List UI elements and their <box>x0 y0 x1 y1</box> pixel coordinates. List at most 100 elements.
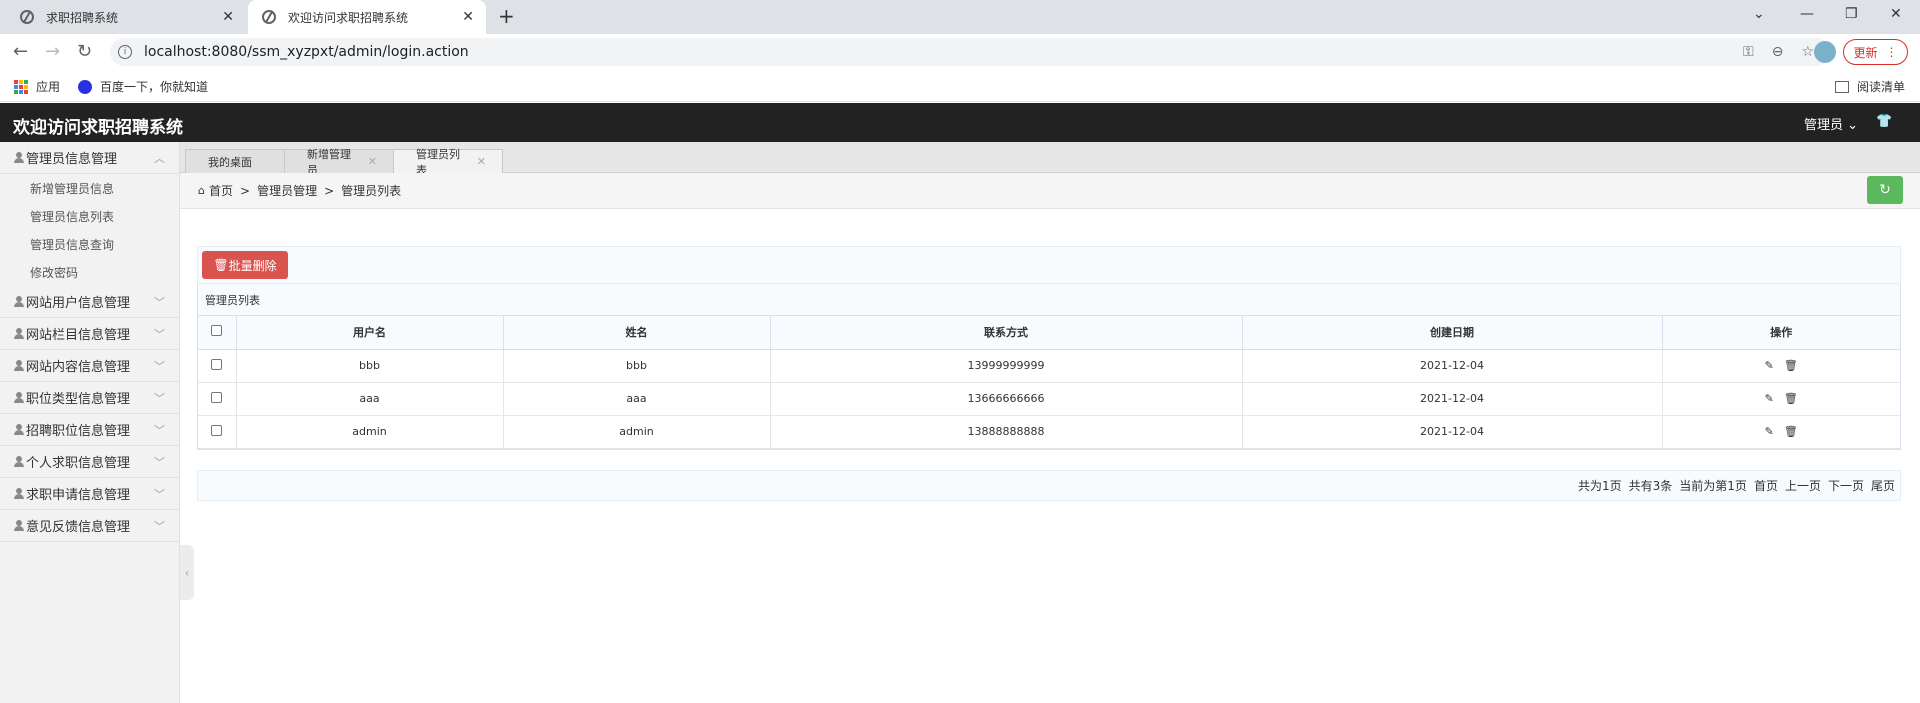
sidebar-group-users[interactable]: 网站用户信息管理 ﹀ <box>0 286 179 318</box>
close-icon[interactable]: ✕ <box>368 155 377 168</box>
star-icon[interactable]: ☆ <box>1801 44 1814 60</box>
sidebar-group-label: 管理员信息管理 <box>26 152 118 167</box>
reading-list-icon <box>1835 80 1849 93</box>
user-icon <box>14 487 24 500</box>
refresh-button[interactable]: ↻ <box>1867 176 1903 204</box>
cell-actions: ✎ 🗑 <box>1662 415 1900 449</box>
new-tab-icon[interactable]: + <box>498 4 515 28</box>
tab-add-admin[interactable]: 新增管理员 ✕ <box>284 148 394 177</box>
tab-desktop[interactable]: 我的桌面 <box>185 149 285 173</box>
bookmark-label: 应用 <box>36 80 61 94</box>
row-select-cell <box>198 415 237 449</box>
edit-icon[interactable]: ✎ <box>1765 359 1774 372</box>
row-select-cell <box>198 382 237 416</box>
sidebar-group-feedback[interactable]: 意见反馈信息管理 ﹀ <box>0 510 179 542</box>
user-menu[interactable]: 管理员 ⌄ <box>1804 114 1858 133</box>
more-icon: ⋮ <box>1885 45 1898 59</box>
url-text: localhost:8080/ssm_xyzpxt/admin/login.ac… <box>144 44 469 60</box>
breadcrumb-section[interactable]: 管理员管理 <box>257 182 317 199</box>
breadcrumb: ⌂ 首页 > 管理员管理 > 管理员列表 <box>180 173 1920 209</box>
pagination-next-link[interactable]: 下一页 <box>1828 477 1864 494</box>
sidebar-group-label: 招聘职位信息管理 <box>26 424 131 439</box>
browser-tab-2[interactable]: 欢迎访问求职招聘系统 ✕ <box>248 0 486 34</box>
back-icon[interactable]: ← <box>13 41 28 62</box>
forward-icon[interactable]: → <box>45 41 60 62</box>
sidebar-group-columns[interactable]: 网站栏目信息管理 ﹀ <box>0 318 179 350</box>
sidebar-item-admin-query[interactable]: 管理员信息查询 <box>0 230 179 258</box>
cell-actions: ✎ 🗑 <box>1662 349 1900 383</box>
edit-icon[interactable]: ✎ <box>1765 425 1774 438</box>
sidebar-group-label: 意见反馈信息管理 <box>26 520 131 535</box>
chevron-down-icon: ⌄ <box>1847 118 1859 133</box>
chevron-down-icon: ﹀ <box>154 520 165 533</box>
refresh-icon: ↻ <box>1879 182 1891 198</box>
breadcrumb-home[interactable]: 首页 <box>209 182 233 199</box>
tab-search-icon[interactable]: ⌄ <box>1753 6 1765 22</box>
bookmark-apps[interactable]: 应用 <box>14 78 60 95</box>
chevron-down-icon: ﹀ <box>154 360 165 373</box>
sidebar-group-admin[interactable]: 管理员信息管理 ︿ <box>0 142 179 174</box>
zoom-icon[interactable]: ⊖ <box>1772 44 1784 60</box>
url-input[interactable]: i localhost:8080/ssm_xyzpxt/admin/login.… <box>110 38 1830 66</box>
sidebar-group-job-types[interactable]: 职位类型信息管理 ﹀ <box>0 382 179 414</box>
cell-phone: 13999999999 <box>770 349 1243 383</box>
chevron-down-icon: ﹀ <box>154 328 165 341</box>
sidebar-group-label: 求职申请信息管理 <box>26 488 131 503</box>
row-checkbox[interactable] <box>211 391 223 403</box>
close-icon[interactable]: ✕ <box>477 155 486 168</box>
browser-tab-1[interactable]: 求职招聘系统 ✕ <box>6 0 246 34</box>
cell-name: aaa <box>503 382 771 416</box>
reading-list[interactable]: 阅读清单 <box>1835 78 1905 95</box>
row-checkbox[interactable] <box>211 358 223 370</box>
sidebar-group-resumes[interactable]: 个人求职信息管理 ﹀ <box>0 446 179 478</box>
update-button[interactable]: 更新 ⋮ <box>1843 39 1908 65</box>
cell-phone: 13666666666 <box>770 382 1243 416</box>
info-icon[interactable]: i <box>118 45 132 59</box>
globe-icon <box>20 10 34 24</box>
delete-icon[interactable]: 🗑 <box>1784 392 1798 405</box>
restore-icon[interactable]: ❐ <box>1845 6 1858 22</box>
chevron-down-icon: ﹀ <box>154 488 165 501</box>
delete-icon[interactable]: 🗑 <box>1784 359 1798 372</box>
minimize-icon[interactable]: — <box>1800 6 1814 22</box>
select-all-checkbox[interactable] <box>211 325 223 337</box>
tab-admin-list[interactable]: 管理员列表 ✕ <box>393 148 503 177</box>
sidebar: 管理员信息管理 ︿ 新增管理员信息 管理员信息列表 管理员信息查询 修改密码 网… <box>0 142 180 703</box>
sidebar-group-applications[interactable]: 求职申请信息管理 ﹀ <box>0 478 179 510</box>
chevron-down-icon: ﹀ <box>154 296 165 309</box>
pagination-prev-link[interactable]: 上一页 <box>1785 477 1821 494</box>
row-checkbox[interactable] <box>211 424 223 436</box>
delete-icon[interactable]: 🗑 <box>1784 425 1798 438</box>
cell-name: bbb <box>503 349 771 383</box>
sidebar-item-change-password[interactable]: 修改密码 <box>0 258 179 286</box>
close-icon[interactable]: ✕ <box>462 9 474 25</box>
avatar[interactable] <box>1814 41 1836 63</box>
table-row: admin admin 13888888888 2021-12-04 ✎ 🗑 <box>198 415 1900 449</box>
pagination-total-records: 共有3条 <box>1628 479 1673 493</box>
sidebar-group-content[interactable]: 网站内容信息管理 ﹀ <box>0 350 179 382</box>
window-close-icon[interactable]: ✕ <box>1890 6 1902 22</box>
user-icon <box>14 295 24 308</box>
sidebar-item-admin-list[interactable]: 管理员信息列表 <box>0 202 179 230</box>
reload-icon[interactable]: ↻ <box>77 41 92 62</box>
app-title: 欢迎访问求职招聘系统 <box>13 118 183 138</box>
pagination-current-page: 当前为第1页 <box>1679 479 1747 493</box>
sidebar-group-label: 个人求职信息管理 <box>26 456 131 471</box>
pagination-last-link[interactable]: 尾页 <box>1871 477 1895 494</box>
browser-tab-title: 欢迎访问求职招聘系统 <box>288 10 409 25</box>
chevron-down-icon: ﹀ <box>154 392 165 405</box>
sidebar-item-add-admin[interactable]: 新增管理员信息 <box>0 174 179 202</box>
user-label: 管理员 <box>1804 118 1844 133</box>
skin-icon[interactable]: 👕 <box>1876 114 1892 129</box>
sidebar-group-positions[interactable]: 招聘职位信息管理 ﹀ <box>0 414 179 446</box>
cell-name: admin <box>503 415 771 449</box>
close-icon[interactable]: ✕ <box>222 9 234 25</box>
bookmark-baidu[interactable]: 百度一下，你就知道 <box>78 78 208 95</box>
batch-delete-button[interactable]: 🗑 批量删除 <box>202 251 288 279</box>
table-caption: 管理员列表 <box>198 284 1900 316</box>
edit-icon[interactable]: ✎ <box>1765 392 1774 405</box>
toolbar: 🗑 批量删除 <box>197 246 1901 284</box>
key-icon[interactable]: ⚿ <box>1743 44 1754 60</box>
column-header: 用户名 <box>236 316 504 350</box>
pagination-first-link[interactable]: 首页 <box>1754 477 1778 494</box>
